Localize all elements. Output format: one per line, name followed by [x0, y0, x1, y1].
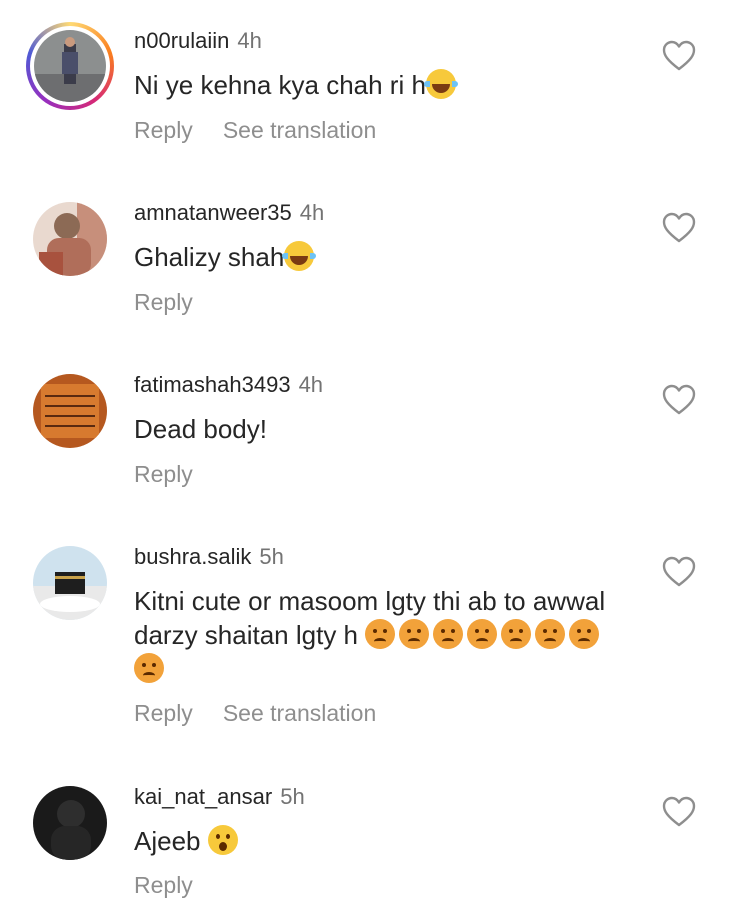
username[interactable]: n00rulaiin — [134, 28, 229, 53]
angry-face-icon — [433, 619, 464, 649]
face-with-tears-of-joy-icon — [423, 69, 458, 99]
reply-button[interactable]: Reply — [134, 117, 193, 143]
heart-outline-icon[interactable] — [662, 556, 696, 588]
reply-button[interactable]: Reply — [134, 700, 193, 726]
reply-button[interactable]: Reply — [134, 289, 193, 315]
angry-face-icon — [399, 619, 430, 649]
avatar — [34, 30, 106, 102]
username[interactable]: amnatanweer35 — [134, 200, 292, 225]
avatar[interactable] — [33, 202, 107, 276]
username[interactable]: fatimashah3493 — [134, 372, 291, 397]
angry-face-icon — [467, 619, 498, 649]
see-translation-button[interactable]: See translation — [223, 700, 376, 726]
comment-text: Dead body! — [134, 414, 267, 444]
angry-face-icon — [501, 619, 532, 649]
avatar[interactable] — [33, 374, 107, 448]
timestamp: 5h — [280, 784, 305, 809]
timestamp: 4h — [237, 28, 262, 53]
avatar[interactable] — [33, 786, 107, 860]
username[interactable]: kai_nat_ansar — [134, 784, 272, 809]
see-translation-button[interactable]: See translation — [223, 117, 376, 143]
comment-text: Ajeeb — [134, 824, 644, 858]
angry-face-icon — [134, 653, 164, 683]
comment-text: Ni ye kehna kya chah ri h — [134, 68, 644, 102]
heart-outline-icon[interactable] — [662, 212, 696, 244]
heart-outline-icon[interactable] — [662, 384, 696, 416]
comment-text: Kitni cute or masoom lgty thi ab to awwa… — [134, 584, 634, 686]
comment-text: Ghalizy shah — [134, 240, 644, 274]
reply-button[interactable]: Reply — [134, 461, 193, 487]
angry-face-icon — [535, 619, 566, 649]
heart-outline-icon[interactable] — [662, 40, 696, 72]
username[interactable]: bushra.salik — [134, 544, 251, 569]
angry-face-icon — [569, 619, 600, 649]
reply-button[interactable]: Reply — [134, 872, 193, 898]
angry-face-icon — [365, 619, 396, 649]
timestamp: 4h — [299, 200, 325, 225]
face-with-open-mouth-icon — [207, 825, 238, 855]
avatar-story-ring[interactable] — [26, 22, 114, 110]
heart-outline-icon[interactable] — [662, 796, 696, 828]
timestamp: 5h — [259, 544, 284, 569]
avatar[interactable] — [33, 546, 107, 620]
face-with-tears-of-joy-icon — [282, 241, 317, 271]
timestamp: 4h — [298, 372, 324, 397]
